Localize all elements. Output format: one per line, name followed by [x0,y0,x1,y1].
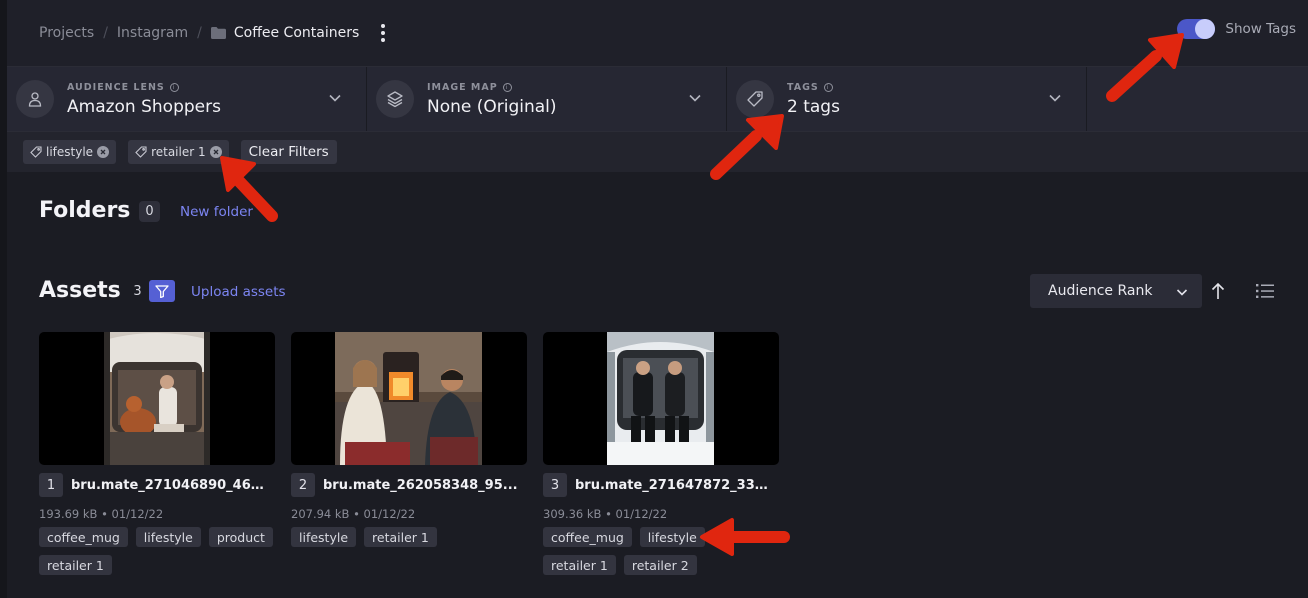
layers-icon [376,80,414,118]
filter-icon[interactable] [149,280,175,302]
show-tags-label: Show Tags [1225,21,1296,37]
show-tags-toggle[interactable] [1177,19,1216,39]
breadcrumb-separator: / [197,25,202,41]
asset-filename[interactable]: bru.mate_271647872_334... [575,478,775,493]
remove-chip-icon[interactable] [97,146,110,158]
clear-filters-button[interactable]: Clear Filters [240,140,337,164]
asset-filename[interactable]: bru.mate_271046890_465... [71,478,271,493]
filter-bar-spacer [1087,67,1308,131]
info-icon: i [823,82,833,92]
breadcrumb-current: Coffee Containers [233,25,360,41]
tag: lifestyle [135,527,201,547]
sort-direction-arrow-up-icon[interactable] [1210,282,1226,300]
breadcrumb: Projects / Instagram / Coffee Containers [39,20,389,46]
upload-assets-link[interactable]: Upload assets [191,284,286,300]
asset-card[interactable]: 2 bru.mate_262058348_95... 207.94 kB • 0… [291,332,527,547]
tag-icon [135,146,147,158]
rank-badge: 3 [543,473,567,497]
filter-bar: AUDIENCE LENS i Amazon Shoppers IMAGE MAP… [7,66,1308,132]
top-bar: Projects / Instagram / Coffee Containers… [7,0,1308,66]
asset-tags: coffee_mug lifestyle product retailer 1 [39,527,279,575]
tag: product [208,527,273,547]
tag: retailer 1 [364,527,437,547]
breadcrumb-instagram[interactable]: Instagram [117,25,188,41]
tags-value: 2 tags [787,96,840,117]
info-icon: i [502,82,512,92]
tag: retailer 2 [623,555,697,575]
breadcrumb-projects[interactable]: Projects [39,25,94,41]
new-folder-link[interactable]: New folder [180,204,253,220]
filter-chip-label: retailer 1 [151,145,206,159]
folders-title: Folders [39,198,131,223]
asset-photo-couple-fireplace [335,332,482,465]
tag: retailer 1 [39,555,112,575]
asset-photo-dog-car-trunk [104,332,210,465]
filter-chip-retailer-1[interactable]: retailer 1 [128,140,229,164]
rank-badge: 1 [39,473,63,497]
asset-tags: lifestyle retailer 1 [291,527,531,547]
tag-icon [736,80,774,118]
chevron-down-icon [689,94,701,102]
rank-badge: 2 [291,473,315,497]
show-tags-control: Show Tags [1177,19,1296,39]
more-options-icon[interactable] [377,20,389,46]
asset-meta: 207.94 kB • 01/12/22 [291,507,416,521]
chevron-down-icon [329,94,341,102]
chevron-down-icon [1049,94,1061,102]
tag: retailer 1 [543,555,616,575]
asset-filename[interactable]: bru.mate_262058348_95... [323,478,523,493]
image-map-label: IMAGE MAP [427,81,498,93]
sort-dropdown[interactable]: Audience Rank [1030,274,1202,308]
audience-lens-dropdown[interactable]: AUDIENCE LENS i Amazon Shoppers [7,67,367,131]
breadcrumb-separator: / [103,25,108,41]
asset-meta: 193.69 kB • 01/12/22 [39,507,164,521]
tag: coffee_mug [39,527,128,547]
asset-card[interactable]: 3 bru.mate_271647872_334... 309.36 kB • … [543,332,779,575]
active-filters-bar: lifestyle retailer 1 Clear Filters [7,132,1308,172]
info-icon: i [169,82,179,92]
folder-icon [210,27,226,39]
asset-thumbnail[interactable] [39,332,275,465]
asset-tags: coffee_mug lifestyle retailer 1 retailer… [543,527,783,575]
assets-title: Assets [39,278,121,303]
tags-dropdown[interactable]: TAGS i 2 tags [727,67,1087,131]
left-edge [0,0,7,598]
asset-thumbnail[interactable] [291,332,527,465]
sort-dropdown-label: Audience Rank [1048,283,1153,299]
folders-count-badge: 0 [139,201,160,222]
asset-photo-friends-car-snow [607,332,714,465]
audience-lens-label: AUDIENCE LENS [67,81,165,93]
image-map-value: None (Original) [427,96,557,117]
list-view-icon[interactable] [1256,283,1274,299]
tag: coffee_mug [543,527,632,547]
filter-chip-lifestyle[interactable]: lifestyle [23,140,117,164]
audience-lens-value: Amazon Shoppers [67,96,221,117]
asset-thumbnail[interactable] [543,332,779,465]
asset-card[interactable]: 1 bru.mate_271046890_465... 193.69 kB • … [39,332,275,575]
remove-chip-icon[interactable] [209,146,222,158]
user-icon [16,80,54,118]
tags-label: TAGS [787,81,819,93]
assets-count-badge: 3 [133,284,142,299]
tag: lifestyle [639,527,705,547]
tag-icon [30,146,42,158]
asset-meta: 309.36 kB • 01/12/22 [543,507,668,521]
image-map-dropdown[interactable]: IMAGE MAP i None (Original) [367,67,727,131]
filter-chip-label: lifestyle [46,145,94,159]
chevron-down-icon [1176,289,1188,296]
tag: lifestyle [291,527,357,547]
